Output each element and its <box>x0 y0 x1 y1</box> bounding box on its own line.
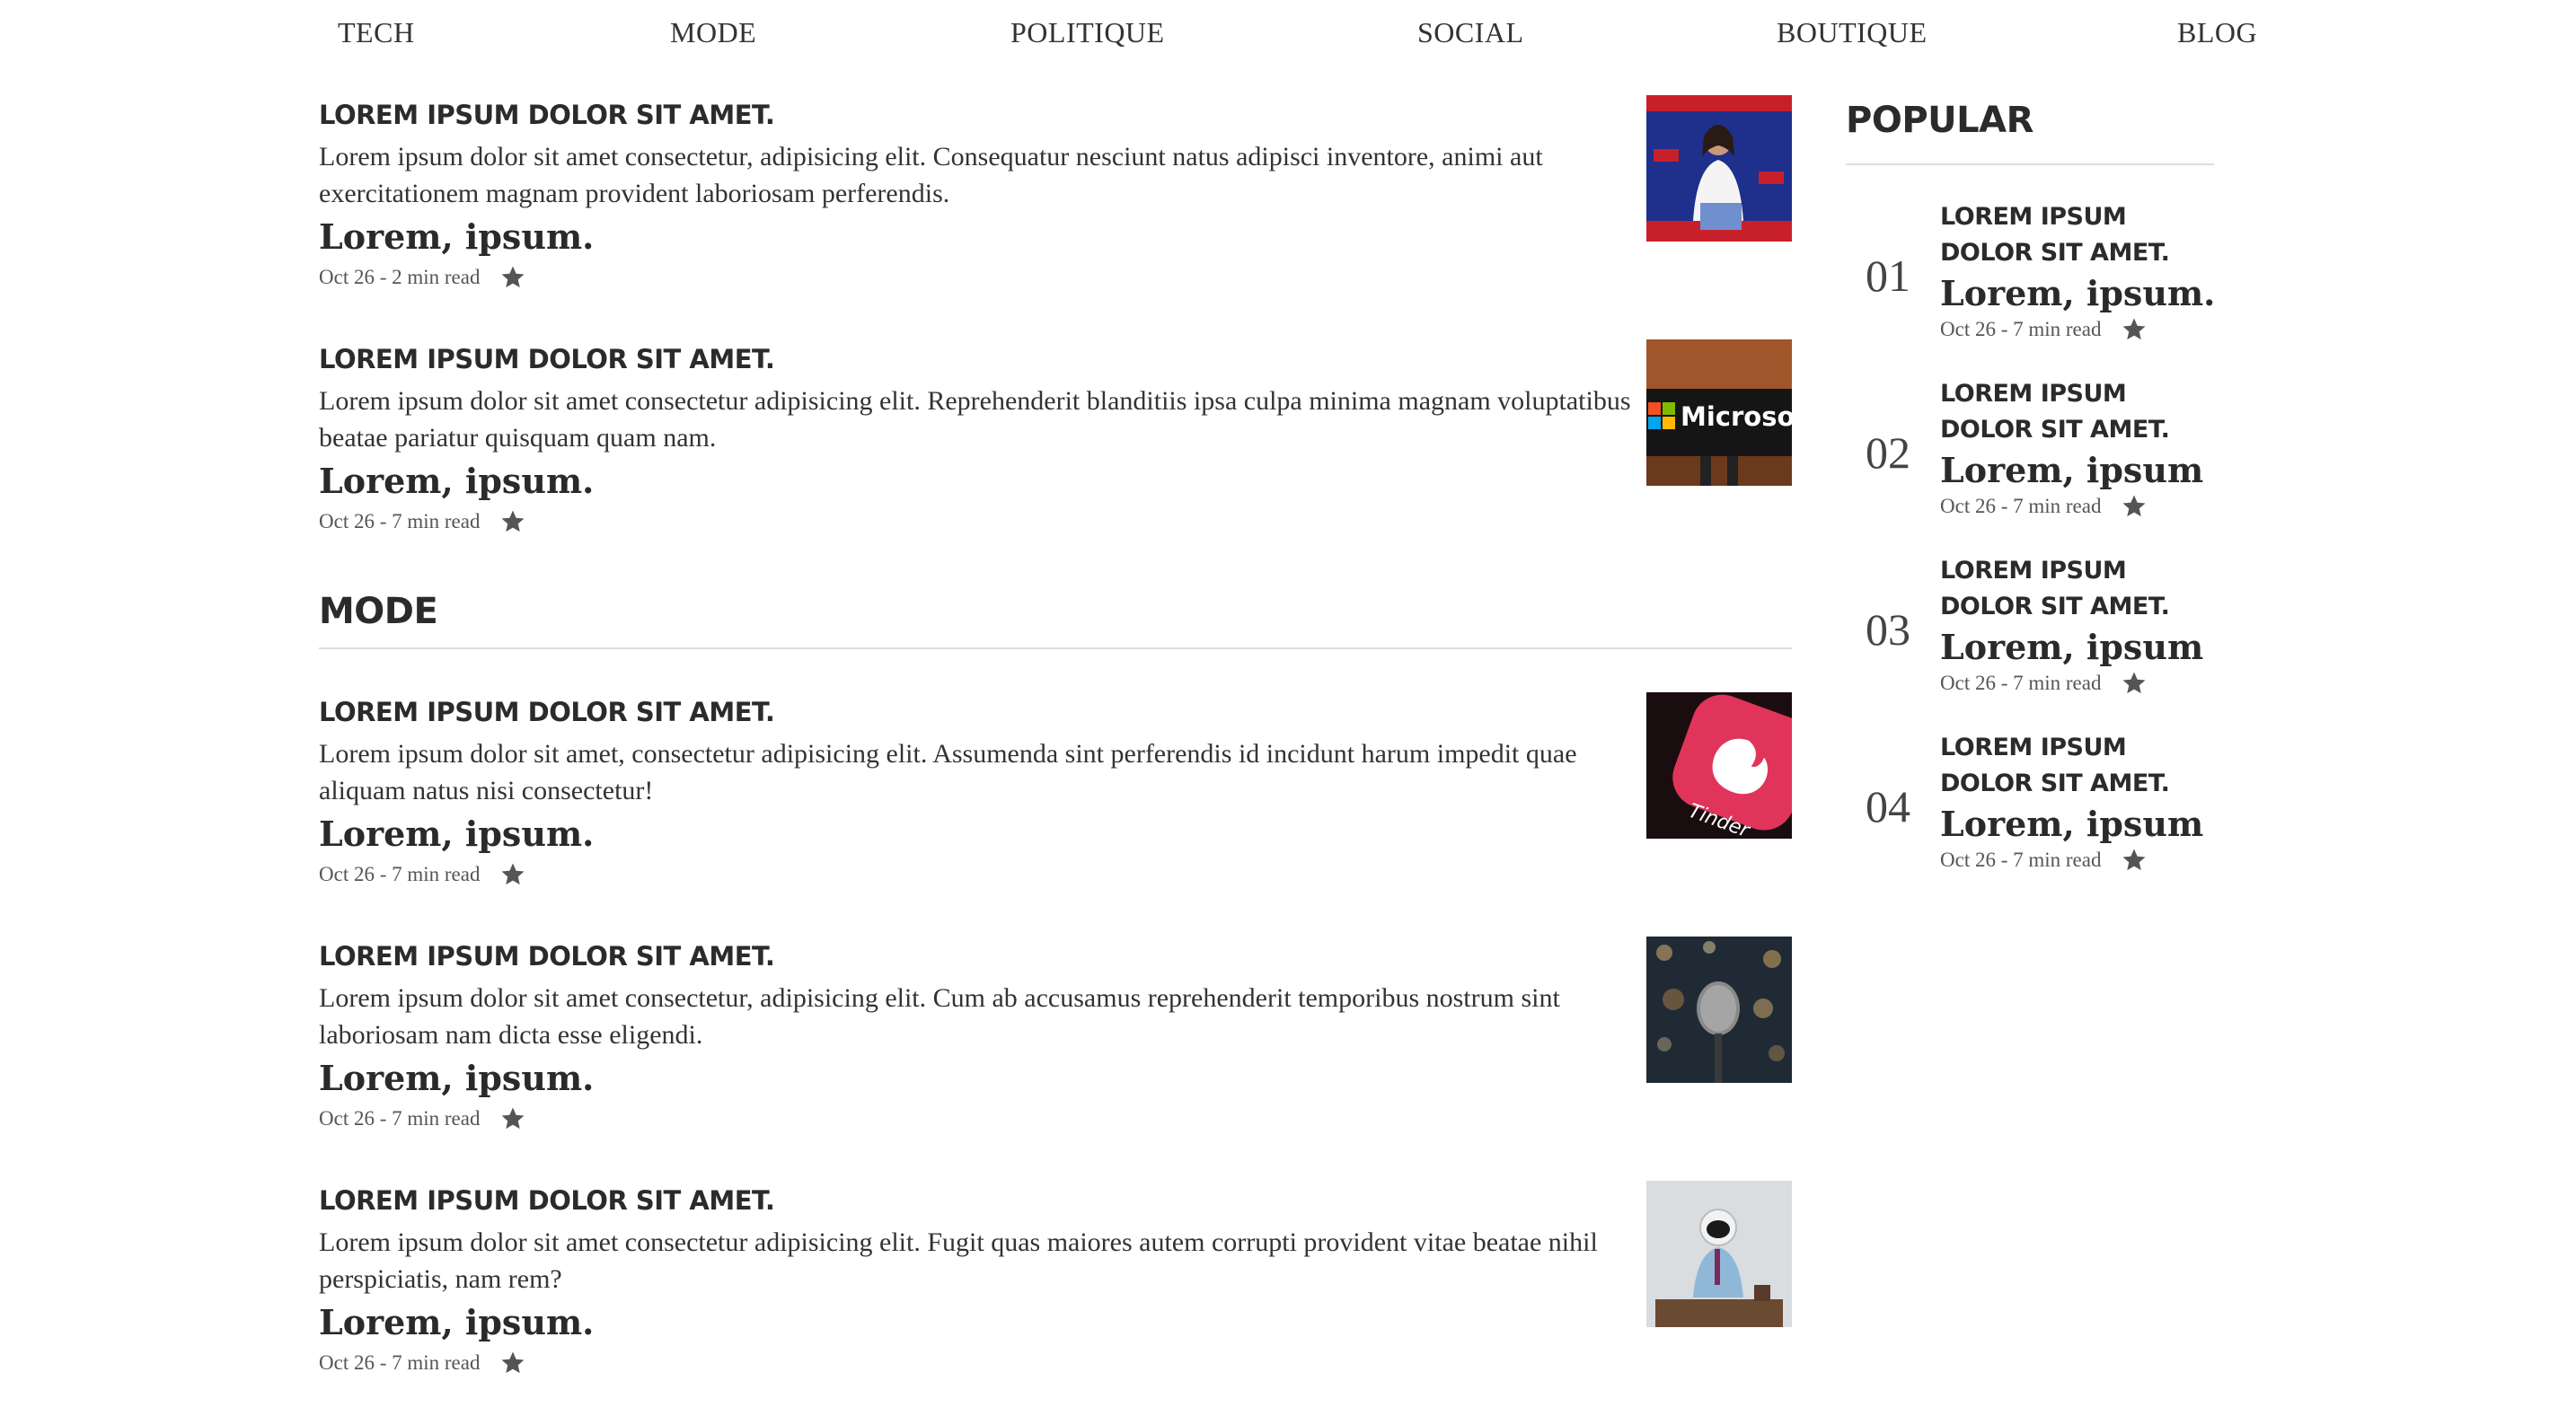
article-title[interactable]: LOREM IPSUM DOLOR SIT AMET. <box>319 937 1792 976</box>
article-thumbnail[interactable] <box>1646 937 1792 1083</box>
nav-item-boutique[interactable]: BOUTIQUE <box>1777 16 1928 49</box>
article-card[interactable]: LOREM IPSUM DOLOR SIT AMET. Lorem ipsum … <box>319 692 1792 937</box>
article-excerpt: Lorem ipsum dolor sit amet consectetur, … <box>319 983 1560 1050</box>
article-date-readtime: Oct 26 - 7 min read <box>319 863 481 885</box>
star-icon[interactable] <box>2121 316 2148 343</box>
popular-meta: Oct 26 - 7 min read <box>1940 316 2223 343</box>
article-excerpt: Lorem ipsum dolor sit amet consectetur, … <box>319 142 1543 208</box>
popular-date-readtime: Oct 26 - 7 min read <box>1940 318 2102 340</box>
popular-date-readtime: Oct 26 - 7 min read <box>1940 672 2102 694</box>
article-meta: Oct 26 - 7 min read <box>319 861 1792 888</box>
nav-item-mode[interactable]: MODE <box>670 16 756 49</box>
star-icon[interactable] <box>499 861 526 888</box>
microsoft-sign-text: Microsoft <box>1681 401 1792 432</box>
popular-date-readtime: Oct 26 - 7 min read <box>1940 495 2102 517</box>
popular-date-readtime: Oct 26 - 7 min read <box>1940 849 2102 871</box>
article-meta: Oct 26 - 2 min read <box>319 264 1792 291</box>
article-subtitle: Lorem, ipsum. <box>319 216 595 257</box>
article-excerpt: Lorem ipsum dolor sit amet consectetur a… <box>319 386 1631 453</box>
article-meta: Oct 26 - 7 min read <box>319 1350 1792 1377</box>
article-excerpt: Lorem ipsum dolor sit amet, consectetur … <box>319 739 1577 805</box>
popular-title[interactable]: LOREM IPSUM DOLOR SIT AMET. <box>1940 730 2223 802</box>
star-icon[interactable] <box>2121 493 2148 520</box>
popular-sidebar: POPULAR 01 LOREM IPSUM DOLOR SIT AMET. L… <box>1846 95 2223 907</box>
section-heading: MODE <box>319 591 438 632</box>
popular-item[interactable]: 01 LOREM IPSUM DOLOR SIT AMET. Lorem, ip… <box>1846 199 2223 376</box>
article-date-readtime: Oct 26 - 7 min read <box>319 1351 481 1374</box>
nav-item-politique[interactable]: POLITIQUE <box>1010 16 1165 49</box>
star-icon[interactable] <box>2121 847 2148 874</box>
microsoft-sign-image: Microsoft <box>1646 339 1792 486</box>
article-subtitle: Lorem, ipsum. <box>319 814 595 854</box>
article-subtitle: Lorem, ipsum. <box>319 1302 595 1342</box>
article-thumbnail[interactable] <box>1646 95 1792 242</box>
star-icon[interactable] <box>499 1105 526 1132</box>
article-card[interactable]: LOREM IPSUM DOLOR SIT AMET. Lorem ipsum … <box>319 95 1792 339</box>
popular-meta: Oct 26 - 7 min read <box>1940 847 2223 874</box>
article-title[interactable]: LOREM IPSUM DOLOR SIT AMET. <box>319 692 1792 732</box>
mode-section-header: MODE <box>319 584 1792 666</box>
popular-heading: POPULAR <box>1846 100 2033 141</box>
microphone-bokeh-image <box>1646 937 1792 1083</box>
popular-title[interactable]: LOREM IPSUM DOLOR SIT AMET. <box>1940 199 2223 271</box>
popular-rank: 02 <box>1866 427 1910 478</box>
popular-meta: Oct 26 - 7 min read <box>1940 670 2223 697</box>
article-card[interactable]: LOREM IPSUM DOLOR SIT AMET. Lorem ipsum … <box>319 339 1792 584</box>
article-subtitle: Lorem, ipsum. <box>319 1058 595 1098</box>
popular-item[interactable]: 02 LOREM IPSUM DOLOR SIT AMET. Lorem, ip… <box>1846 376 2223 553</box>
star-icon[interactable] <box>499 1350 526 1377</box>
popular-subtitle: Lorem, ipsum. <box>1940 273 2216 313</box>
article-date-readtime: Oct 26 - 2 min read <box>319 266 481 288</box>
article-thumbnail[interactable]: Microsoft <box>1646 339 1792 486</box>
popular-meta: Oct 26 - 7 min read <box>1940 493 2223 520</box>
politician-at-podium-image <box>1646 95 1792 242</box>
popular-title[interactable]: LOREM IPSUM DOLOR SIT AMET. <box>1940 376 2223 448</box>
tinder-app-icon-image: Tinder <box>1646 692 1792 839</box>
star-icon[interactable] <box>499 264 526 291</box>
article-title[interactable]: LOREM IPSUM DOLOR SIT AMET. <box>319 1181 1792 1220</box>
article-card[interactable]: LOREM IPSUM DOLOR SIT AMET. Lorem ipsum … <box>319 1181 1792 1425</box>
popular-rank: 01 <box>1866 251 1910 301</box>
article-title[interactable]: LOREM IPSUM DOLOR SIT AMET. <box>319 95 1792 135</box>
article-title[interactable]: LOREM IPSUM DOLOR SIT AMET. <box>319 339 1792 379</box>
section-divider <box>319 647 1792 649</box>
nav-item-blog[interactable]: BLOG <box>2177 16 2257 49</box>
popular-subtitle: Lorem, ipsum <box>1940 627 2204 667</box>
nav-item-tech[interactable]: TECH <box>338 16 415 49</box>
article-meta: Oct 26 - 7 min read <box>319 1105 1792 1132</box>
top-nav: TECH MODE POLITIQUE SOCIAL BOUTIQUE BLOG <box>0 0 2576 72</box>
popular-title[interactable]: LOREM IPSUM DOLOR SIT AMET. <box>1940 553 2223 625</box>
article-thumbnail[interactable]: Tinder <box>1646 692 1792 839</box>
star-icon[interactable] <box>499 508 526 535</box>
popular-subtitle: Lorem, ipsum <box>1940 450 2204 490</box>
article-date-readtime: Oct 26 - 7 min read <box>319 1107 481 1130</box>
astronaut-at-desk-image <box>1646 1181 1792 1327</box>
article-subtitle: Lorem, ipsum. <box>319 461 595 501</box>
popular-item[interactable]: 04 LOREM IPSUM DOLOR SIT AMET. Lorem, ip… <box>1846 730 2223 907</box>
popular-item[interactable]: 03 LOREM IPSUM DOLOR SIT AMET. Lorem, ip… <box>1846 553 2223 730</box>
popular-rank: 03 <box>1866 604 1910 655</box>
article-excerpt: Lorem ipsum dolor sit amet consectetur a… <box>319 1227 1598 1294</box>
article-meta: Oct 26 - 7 min read <box>319 508 1792 535</box>
article-card[interactable]: LOREM IPSUM DOLOR SIT AMET. Lorem ipsum … <box>319 937 1792 1181</box>
star-icon[interactable] <box>2121 670 2148 697</box>
article-date-readtime: Oct 26 - 7 min read <box>319 510 481 532</box>
popular-rank: 04 <box>1866 781 1910 831</box>
article-thumbnail[interactable] <box>1646 1181 1792 1327</box>
main-column: LOREM IPSUM DOLOR SIT AMET. Lorem ipsum … <box>319 95 1792 1425</box>
nav-item-social[interactable]: SOCIAL <box>1417 16 1524 49</box>
popular-subtitle: Lorem, ipsum <box>1940 804 2204 844</box>
